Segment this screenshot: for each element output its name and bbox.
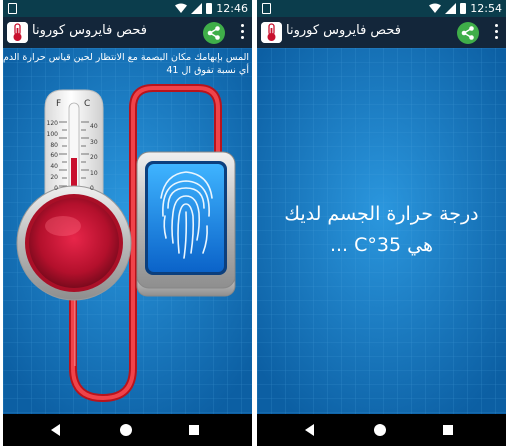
sim-notification-icon [262, 3, 271, 14]
wifi-icon [175, 3, 188, 13]
navigation-bar [257, 414, 506, 446]
app-logo-icon [261, 22, 282, 43]
app-title: فحص فايروس كورونا [286, 23, 401, 38]
more-vert-icon [494, 24, 498, 27]
grid-background [257, 48, 506, 414]
share-icon [461, 26, 474, 40]
more-options-button[interactable] [240, 24, 244, 40]
navigation-bar [3, 414, 252, 446]
signal-icon [445, 3, 457, 14]
status-time: 12:46 [216, 2, 248, 15]
app-bar: فحص فايروس كورونا [257, 17, 506, 48]
result-text-line-1: درجة حرارة الجسم لديك [284, 203, 479, 225]
share-button[interactable] [457, 22, 479, 44]
home-icon[interactable] [374, 424, 386, 436]
main-content: المس بإبهامك مكان البصمة مع الانتظار لحي… [3, 48, 252, 414]
status-icons: 12:54 [429, 2, 502, 15]
sim-notification-icon [8, 3, 17, 14]
back-icon[interactable] [305, 424, 314, 436]
status-bar: 12:54 [257, 0, 506, 17]
more-options-button[interactable] [494, 24, 498, 40]
back-icon[interactable] [51, 424, 60, 436]
app-bar: فحص فايروس كورونا [3, 17, 252, 48]
status-bar: 12:46 [3, 0, 252, 17]
status-time: 12:54 [470, 2, 502, 15]
left-phone-screen: 12:46 فحص فايروس كورونا المس بإبهامك مكا… [3, 0, 252, 446]
recents-icon[interactable] [443, 425, 453, 435]
battery-icon [206, 3, 213, 14]
wifi-icon [429, 3, 442, 13]
status-icons: 12:46 [175, 2, 248, 15]
more-vert-icon [240, 24, 244, 27]
battery-icon [460, 3, 467, 14]
result-text-line-2: هي 35°C ... [329, 234, 434, 256]
recents-icon[interactable] [189, 425, 199, 435]
share-icon [207, 26, 220, 40]
share-button[interactable] [203, 22, 225, 44]
app-logo-icon [7, 22, 28, 43]
app-title: فحص فايروس كورونا [32, 23, 147, 38]
main-content: درجة حرارة الجسم لديك هي 35°C ... [257, 48, 506, 414]
signal-icon [191, 3, 203, 14]
right-phone-screen: 12:54 فحص فايروس كورونا درجة حرارة الجسم… [257, 0, 506, 446]
home-icon[interactable] [120, 424, 132, 436]
fingerprint-scanner[interactable] [3, 48, 252, 414]
